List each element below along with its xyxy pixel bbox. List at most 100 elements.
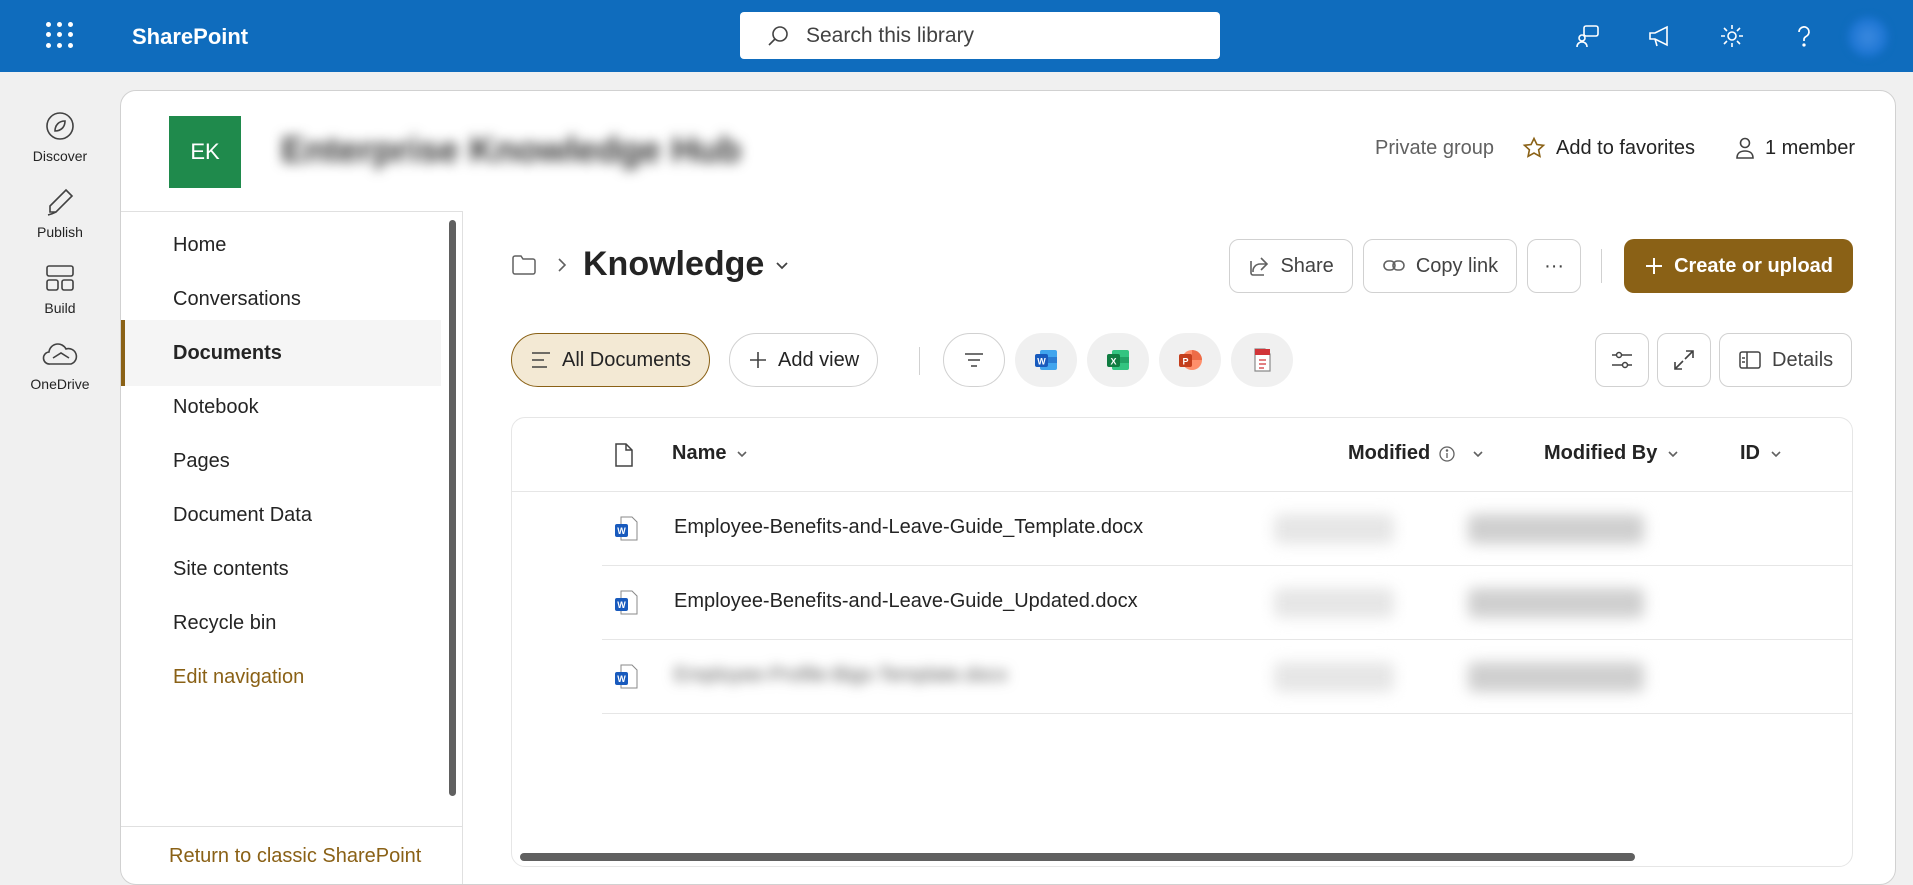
appbar-build[interactable]: Build	[0, 258, 120, 316]
column-header-modified[interactable]: Modified	[1348, 442, 1484, 465]
view-label: All Documents	[562, 348, 691, 371]
view-all-documents[interactable]: All Documents	[511, 333, 710, 387]
sliders-icon	[1612, 351, 1632, 369]
modified-cell	[1274, 514, 1394, 544]
announcement-icon[interactable]	[1642, 18, 1678, 54]
svg-text:W: W	[617, 526, 626, 536]
table-row[interactable]: W Employee-Benefits-and-Leave-Guide_Upda…	[602, 566, 1852, 640]
column-header-id[interactable]: ID	[1740, 442, 1782, 465]
column-header-modified-by[interactable]: Modified By	[1544, 442, 1679, 465]
chevron-down-icon	[1668, 450, 1678, 457]
library-title[interactable]: Knowledge	[583, 245, 764, 284]
modified-by-cell	[1468, 588, 1644, 618]
create-label: Create or upload	[1674, 254, 1833, 277]
column-id-label: ID	[1740, 442, 1760, 464]
file-name[interactable]: Employee-Benefits-and-Leave-Guide_Templa…	[674, 516, 1143, 539]
command-separator	[1601, 249, 1603, 283]
breadcrumb: Knowledge	[511, 245, 790, 284]
view-options-button[interactable]	[1595, 333, 1649, 387]
expand-button[interactable]	[1657, 333, 1711, 387]
appbar-label: Discover	[32, 148, 88, 164]
search-input[interactable]	[806, 23, 1186, 48]
plus-icon	[750, 352, 766, 368]
app-bar: Discover Publish Build OneDrive	[0, 72, 120, 885]
edit-navigation-link[interactable]: Edit navigation	[121, 644, 441, 710]
modified-by-cell	[1468, 514, 1644, 544]
info-icon[interactable]	[1438, 445, 1456, 463]
modified-cell	[1274, 662, 1394, 692]
appbar-label: Build	[44, 300, 76, 316]
table-row[interactable]: W Employee-Profile-Bigs-Template.docx	[602, 640, 1852, 714]
pen-icon	[40, 182, 80, 222]
appbar-publish[interactable]: Publish	[0, 182, 120, 240]
return-to-classic-link[interactable]: Return to classic SharePoint	[121, 826, 463, 884]
help-icon[interactable]	[1786, 18, 1822, 54]
details-label: Details	[1772, 348, 1834, 371]
command-bar: Share Copy link ··· Create or upload	[1219, 239, 1853, 293]
copy-link-button[interactable]: Copy link	[1362, 239, 1518, 293]
filter-word-button[interactable]: W	[1015, 333, 1077, 387]
nav-scrollbar[interactable]	[449, 220, 456, 796]
expand-icon	[1674, 350, 1694, 370]
filter-button[interactable]	[943, 333, 1005, 387]
settings-icon[interactable]	[1714, 18, 1750, 54]
file-name[interactable]: Employee-Profile-Bigs-Template.docx	[674, 664, 1007, 687]
appbar-label: Publish	[37, 224, 83, 240]
suite-bar: SharePoint	[0, 0, 1913, 72]
site-navigation: Home Conversations Documents Notebook Pa…	[121, 211, 463, 884]
add-view-button[interactable]: Add view	[729, 333, 879, 387]
filter-powerpoint-button[interactable]: P	[1159, 333, 1221, 387]
favorite-label: Add to favorites	[1556, 136, 1695, 159]
horizontal-scrollbar[interactable]	[520, 853, 1635, 861]
share-button[interactable]: Share	[1229, 239, 1353, 293]
file-type-icon[interactable]	[614, 442, 634, 468]
site-logo[interactable]: EK	[169, 116, 241, 188]
column-header-name[interactable]: Name	[672, 442, 748, 465]
copy-link-label: Copy link	[1415, 254, 1499, 277]
table-header: Name Modified Modified By ID	[512, 418, 1852, 492]
file-name[interactable]: Employee-Benefits-and-Leave-Guide_Update…	[674, 590, 1138, 613]
word-file-icon: W	[615, 516, 638, 541]
link-icon	[1383, 260, 1405, 271]
more-actions-button[interactable]: ···	[1527, 239, 1582, 293]
site-card: EK Enterprise Knowledge Hub Private grou…	[120, 90, 1896, 885]
table-row[interactable]: W Employee-Benefits-and-Leave-Guide_Temp…	[602, 492, 1852, 566]
share-label: Share	[1280, 254, 1334, 277]
chevron-down-icon	[1771, 450, 1781, 457]
suite-actions	[1570, 18, 1822, 54]
account-avatar[interactable]	[1848, 17, 1888, 57]
pdf-icon	[1254, 348, 1271, 372]
search-box[interactable]	[740, 12, 1220, 59]
site-title[interactable]: Enterprise Knowledge Hub	[281, 129, 741, 171]
cloud-icon	[40, 334, 80, 374]
app-name[interactable]: SharePoint	[132, 24, 248, 50]
filter-pdf-button[interactable]	[1231, 333, 1293, 387]
feedback-icon[interactable]	[1570, 18, 1606, 54]
column-modified-label: Modified	[1348, 442, 1431, 464]
excel-icon: X	[1107, 350, 1129, 370]
folder-icon[interactable]	[511, 254, 537, 276]
members-button[interactable]: 1 member	[1733, 136, 1855, 160]
create-or-upload-button[interactable]: Create or upload	[1624, 239, 1853, 293]
column-modified-by-label: Modified By	[1544, 442, 1658, 464]
chevron-down-icon	[1473, 450, 1483, 457]
search-icon	[768, 25, 788, 46]
powerpoint-icon: P	[1179, 350, 1202, 370]
svg-text:W: W	[617, 674, 626, 684]
library-content: Knowledge Share Copy link ··· Create or …	[463, 211, 1895, 884]
person-icon	[1736, 137, 1754, 159]
appbar-discover[interactable]: Discover	[0, 106, 120, 164]
share-icon	[1250, 257, 1269, 276]
appbar-onedrive[interactable]: OneDrive	[0, 334, 120, 392]
details-button[interactable]: Details	[1719, 333, 1853, 387]
compass-icon	[40, 106, 80, 146]
star-icon	[1522, 136, 1546, 158]
details-pane-icon	[1739, 351, 1761, 369]
view-bar: All Documents Add view W X P Details	[511, 333, 1853, 389]
svg-text:P: P	[1182, 357, 1188, 367]
chevron-down-icon[interactable]	[774, 257, 790, 273]
app-launcher-waffle-icon[interactable]	[44, 20, 74, 50]
add-to-favorites-button[interactable]: Add to favorites	[1522, 136, 1695, 160]
layout-icon	[40, 258, 80, 298]
filter-excel-button[interactable]: X	[1087, 333, 1149, 387]
